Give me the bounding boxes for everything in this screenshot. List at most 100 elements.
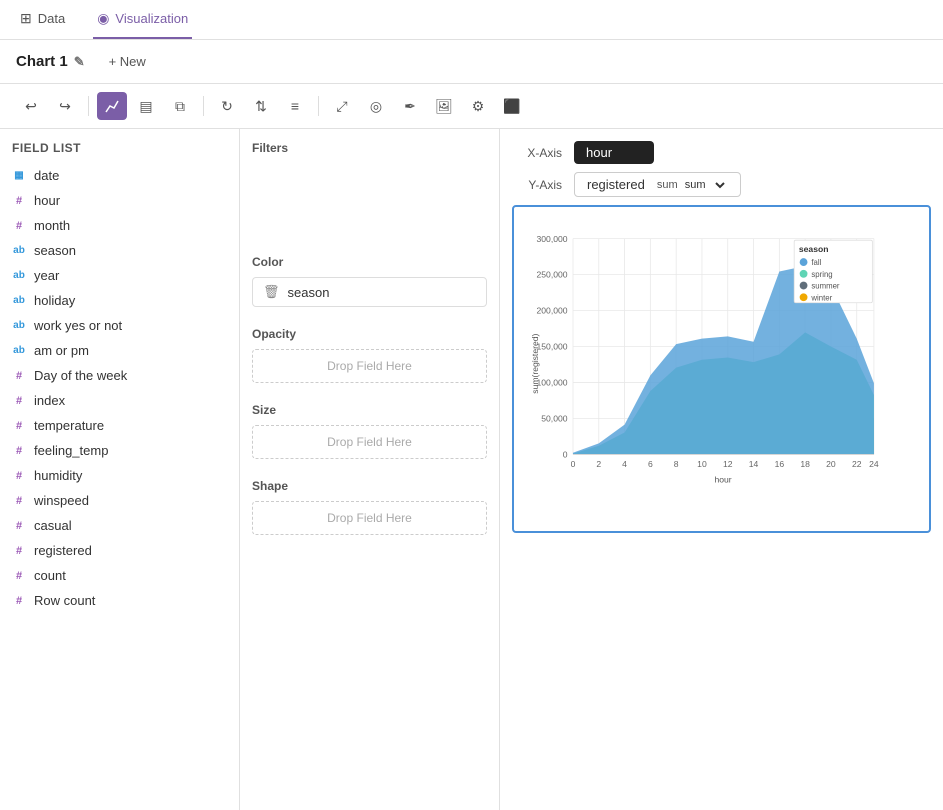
svg-text:22: 22: [852, 459, 862, 469]
y-axis-row: Y-Axis registered sum sumavgcount: [512, 172, 931, 197]
hash-icon-ftemp: #: [12, 445, 26, 457]
field-list-header: Field List: [0, 141, 239, 163]
opacity-drop-zone[interactable]: Drop Field Here: [252, 349, 487, 383]
export-button[interactable]: ⬛: [497, 92, 527, 120]
field-season[interactable]: ab season: [0, 238, 239, 263]
y-axis-field-value: registered: [587, 177, 645, 192]
x-axis-row: X-Axis hour: [512, 141, 931, 164]
filter-button[interactable]: ≡: [280, 92, 310, 120]
pen-button[interactable]: ✒: [395, 92, 425, 120]
color-label: Color: [252, 255, 487, 269]
field-date-label: date: [34, 168, 59, 183]
y-axis-agg-select[interactable]: sumavgcount: [681, 178, 728, 192]
field-am-or-pm[interactable]: ab am or pm: [0, 338, 239, 363]
field-date[interactable]: ▦ date: [0, 163, 239, 188]
shape-drop-zone[interactable]: Drop Field Here: [252, 501, 487, 535]
edit-chart-title-icon[interactable]: ✎: [74, 54, 85, 70]
sub-header: Chart 1 ✎ + New: [0, 40, 943, 84]
svg-text:150,000: 150,000: [537, 342, 568, 352]
field-dow-label: Day of the week: [34, 368, 127, 383]
new-button[interactable]: + New: [101, 50, 154, 73]
field-season-label: season: [34, 243, 76, 258]
chart-container: 300,000 250,000 200,000 150,000 100,000 …: [512, 205, 931, 533]
redo-button[interactable]: ↪: [50, 92, 80, 120]
svg-text:season: season: [799, 244, 829, 254]
field-row-count[interactable]: # Row count: [0, 588, 239, 613]
tab-visualization[interactable]: ◉ Visualization: [93, 0, 192, 39]
tab-visualization-label: Visualization: [115, 11, 188, 26]
hash-icon-hour: #: [12, 195, 26, 207]
toolbar: ↩ ↪ ▤ ⧉ ↻ ⇅ ≡ ⤢ ◎ ✒ 🖼 ⚙ ⬛: [0, 84, 943, 129]
remove-color-icon[interactable]: 🗑: [263, 284, 280, 300]
svg-text:8: 8: [674, 459, 679, 469]
expand-button[interactable]: ⤢: [327, 92, 357, 120]
toolbar-divider-2: [203, 96, 204, 116]
field-hour[interactable]: # hour: [0, 188, 239, 213]
settings-button[interactable]: ⚙: [463, 92, 493, 120]
shape-label: Shape: [252, 479, 487, 493]
abc-icon-work: ab: [12, 320, 26, 331]
layers-button[interactable]: ⧉: [165, 92, 195, 120]
svg-text:100,000: 100,000: [537, 378, 568, 388]
opacity-label: Opacity: [252, 327, 487, 341]
svg-text:200,000: 200,000: [537, 306, 568, 316]
config-panel: Filters Color 🗑 season Opacity Drop Fiel…: [240, 129, 500, 810]
field-work-yes-or-not[interactable]: ab work yes or not: [0, 313, 239, 338]
field-month[interactable]: # month: [0, 213, 239, 238]
shape-section: Shape Drop Field Here: [252, 479, 487, 535]
svg-text:10: 10: [697, 459, 707, 469]
svg-text:summer: summer: [811, 282, 840, 291]
field-hour-label: hour: [34, 193, 60, 208]
svg-text:sum(registered): sum(registered): [530, 334, 540, 394]
refresh-button[interactable]: ↻: [212, 92, 242, 120]
chart-area: X-Axis hour Y-Axis registered sum sumavg…: [500, 129, 943, 810]
sort-button[interactable]: ⇅: [246, 92, 276, 120]
hash-icon-temp: #: [12, 420, 26, 432]
svg-text:fall: fall: [811, 258, 821, 267]
hash-icon-humidity: #: [12, 470, 26, 482]
field-year-label: year: [34, 268, 59, 283]
y-axis-field[interactable]: registered sum sumavgcount: [574, 172, 741, 197]
field-winspeed[interactable]: # winspeed: [0, 488, 239, 513]
field-year[interactable]: ab year: [0, 263, 239, 288]
svg-text:50,000: 50,000: [541, 414, 567, 424]
x-axis-label: X-Axis: [512, 146, 562, 160]
size-drop-zone[interactable]: Drop Field Here: [252, 425, 487, 459]
field-index[interactable]: # index: [0, 388, 239, 413]
hash-icon-dow: #: [12, 370, 26, 382]
field-temperature-label: temperature: [34, 418, 104, 433]
field-feeling-temp[interactable]: # feeling_temp: [0, 438, 239, 463]
undo-button[interactable]: ↩: [16, 92, 46, 120]
size-label: Size: [252, 403, 487, 417]
x-axis-field[interactable]: hour: [574, 141, 654, 164]
opacity-section: Opacity Drop Field Here: [252, 327, 487, 383]
svg-text:hour: hour: [714, 475, 731, 485]
color-field-chip[interactable]: 🗑 season: [252, 277, 487, 307]
svg-text:12: 12: [723, 459, 733, 469]
image-button[interactable]: 🖼: [429, 92, 459, 120]
color-section: Color 🗑 season: [252, 255, 487, 307]
chart-type-button[interactable]: [97, 92, 127, 120]
tab-data-label: Data: [38, 11, 65, 26]
focus-button[interactable]: ◎: [361, 92, 391, 120]
field-registered[interactable]: # registered: [0, 538, 239, 563]
table-type-button[interactable]: ▤: [131, 92, 161, 120]
field-day-of-week[interactable]: # Day of the week: [0, 363, 239, 388]
field-count[interactable]: # count: [0, 563, 239, 588]
field-temperature[interactable]: # temperature: [0, 413, 239, 438]
field-casual[interactable]: # casual: [0, 513, 239, 538]
y-axis-label: Y-Axis: [512, 178, 562, 192]
chart-title: Chart 1: [16, 53, 68, 70]
visualization-icon: ◉: [97, 10, 109, 27]
tab-data[interactable]: ⊞ Data: [16, 0, 69, 39]
hash-icon-registered: #: [12, 545, 26, 557]
svg-text:2: 2: [596, 459, 601, 469]
field-humidity[interactable]: # humidity: [0, 463, 239, 488]
field-humidity-label: humidity: [34, 468, 82, 483]
field-list-panel: Field List ▦ date # hour # month ab seas…: [0, 129, 240, 810]
chart-svg: 300,000 250,000 200,000 150,000 100,000 …: [530, 223, 913, 512]
hash-icon-rowcount: #: [12, 595, 26, 607]
abc-icon-holiday: ab: [12, 295, 26, 306]
date-field-icon: ▦: [12, 170, 26, 181]
field-holiday[interactable]: ab holiday: [0, 288, 239, 313]
